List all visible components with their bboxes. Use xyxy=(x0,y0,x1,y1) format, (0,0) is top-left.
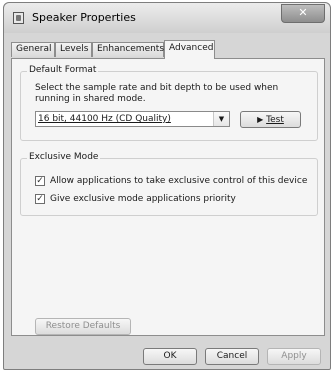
chevron-down-icon[interactable]: ▼ xyxy=(213,112,229,126)
tab-label: Advanced xyxy=(169,43,214,53)
check-icon: ✓ xyxy=(36,194,44,204)
default-format-legend: Default Format xyxy=(27,65,99,75)
window-title: Speaker Properties xyxy=(32,11,136,24)
check-icon: ✓ xyxy=(36,176,44,186)
close-button[interactable]: ✕ xyxy=(281,4,325,23)
tab-enhancements[interactable]: Enhancements xyxy=(92,42,164,57)
exclusive-priority-label[interactable]: Give exclusive mode applications priorit… xyxy=(50,194,236,204)
tab-advanced[interactable]: Advanced xyxy=(164,40,215,59)
exclusive-mode-legend: Exclusive Mode xyxy=(27,152,101,162)
exclusive-priority-checkbox[interactable]: ✓ xyxy=(35,194,45,204)
restore-defaults-button[interactable]: Restore Defaults xyxy=(35,318,131,335)
default-format-description: Select the sample rate and bit depth to … xyxy=(35,83,279,104)
tab-label: General xyxy=(16,44,52,54)
advanced-tab-panel: Default Format Select the sample rate an… xyxy=(11,58,325,336)
speaker-properties-dialog: Speaker Properties ✕ General Levels Enha… xyxy=(3,2,331,370)
format-dropdown-value: 16 bit, 44100 Hz (CD Quality) xyxy=(38,114,171,124)
tab-label: Enhancements xyxy=(97,44,165,54)
play-icon: ▶ xyxy=(257,115,264,124)
test-button[interactable]: ▶ Test xyxy=(240,111,301,128)
close-icon: ✕ xyxy=(298,6,308,19)
tab-general[interactable]: General xyxy=(11,42,55,57)
exclusive-control-label[interactable]: Allow applications to take exclusive con… xyxy=(50,176,307,186)
speaker-icon xyxy=(13,12,24,24)
exclusive-control-checkbox[interactable]: ✓ xyxy=(35,176,45,186)
apply-button[interactable]: Apply xyxy=(267,348,321,365)
title-bar[interactable]: Speaker Properties ✕ xyxy=(4,3,330,33)
tab-levels[interactable]: Levels xyxy=(55,42,92,57)
test-button-label: Test xyxy=(266,115,284,125)
default-format-group: Default Format Select the sample rate an… xyxy=(20,65,318,141)
cancel-button[interactable]: Cancel xyxy=(205,348,259,365)
ok-button[interactable]: OK xyxy=(143,348,197,365)
format-dropdown[interactable]: 16 bit, 44100 Hz (CD Quality) ▼ xyxy=(35,111,230,127)
exclusive-mode-group: Exclusive Mode ✓ Allow applications to t… xyxy=(20,152,318,216)
tab-label: Levels xyxy=(60,44,89,54)
